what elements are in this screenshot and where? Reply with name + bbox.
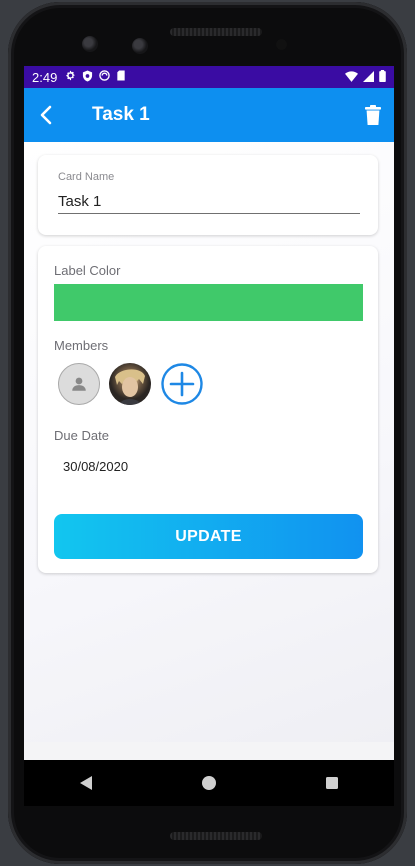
label-color-swatch[interactable]: [54, 284, 363, 321]
wifi-icon: [345, 70, 358, 85]
status-right-icons: [345, 69, 386, 85]
card-name-underline: [58, 213, 360, 214]
back-arrow-icon[interactable]: [26, 88, 66, 142]
card-name-input[interactable]: Task 1: [58, 193, 101, 210]
default-avatar[interactable]: [58, 363, 100, 405]
home-circle-icon[interactable]: [189, 763, 229, 803]
sd-card-icon: [116, 70, 126, 84]
update-button[interactable]: UPDATE: [54, 514, 363, 559]
label-color-label: Label Color: [54, 263, 121, 278]
earpiece-speaker: [170, 28, 262, 36]
front-sensor: [132, 38, 148, 54]
recents-square-icon[interactable]: [312, 763, 352, 803]
sync-icon: [99, 70, 111, 84]
system-nav-bar: [24, 760, 394, 806]
card-name-card: Card Name Task 1: [38, 155, 378, 235]
content-area: Card Name Task 1 Label Color Members Due…: [24, 142, 394, 742]
page-title: Task 1: [92, 104, 150, 125]
card-name-label: Card Name: [58, 171, 115, 183]
status-time: 2:49: [32, 69, 58, 85]
members-label: Members: [54, 338, 109, 353]
due-date-value[interactable]: 30/08/2020: [63, 459, 128, 474]
photo-avatar[interactable]: [109, 363, 151, 405]
battery-icon: [379, 69, 386, 85]
due-date-label: Due Date: [54, 428, 109, 443]
add-circle-icon[interactable]: [160, 362, 204, 406]
trash-icon[interactable]: [362, 102, 384, 128]
signal-icon: [363, 70, 374, 85]
details-card: Label Color Members Due Date 30/08/2020 …: [38, 246, 378, 573]
app-bar: Task 1: [24, 88, 394, 142]
proximity-sensor: [276, 39, 287, 50]
back-triangle-icon[interactable]: [66, 763, 106, 803]
status-bar: 2:49: [24, 66, 394, 88]
shield-icon: [82, 70, 93, 85]
screen: 2:49 Task 1 Card Name Task 1 Label Color…: [24, 66, 394, 806]
bottom-speaker: [170, 832, 262, 840]
gear-icon: [65, 70, 76, 84]
front-camera: [82, 36, 98, 52]
